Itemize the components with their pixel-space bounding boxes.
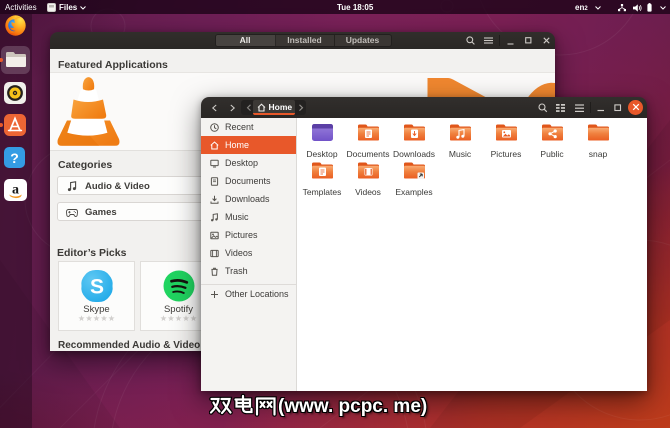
svg-text:S: S [90, 275, 104, 298]
svg-text:?: ? [10, 150, 19, 166]
svg-text:a: a [12, 183, 19, 198]
